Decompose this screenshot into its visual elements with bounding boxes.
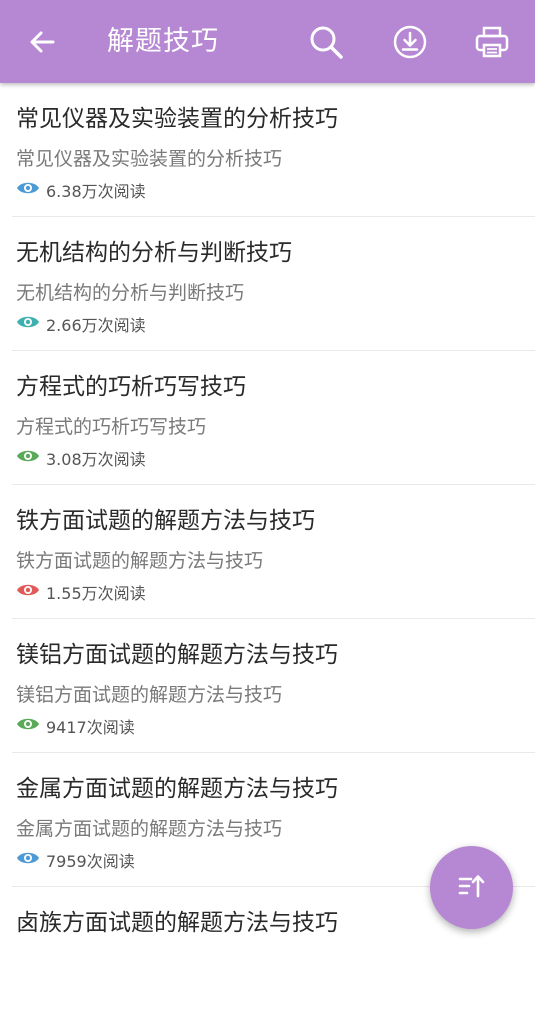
back-arrow-icon[interactable] xyxy=(22,22,62,62)
eye-icon xyxy=(16,582,46,602)
eye-icon xyxy=(16,716,46,736)
read-count: 7959次阅读 xyxy=(46,852,135,871)
app-bar: 解题技巧 xyxy=(0,0,535,83)
print-icon[interactable] xyxy=(472,22,512,62)
eye-icon xyxy=(16,180,46,200)
article-title: 镁铝方面试题的解题方法与技巧 xyxy=(16,642,338,668)
page-title: 解题技巧 xyxy=(107,26,219,57)
article-subtitle: 镁铝方面试题的解题方法与技巧 xyxy=(16,684,283,706)
article-title: 无机结构的分析与判断技巧 xyxy=(16,240,292,266)
eye-icon xyxy=(16,314,46,334)
read-count: 6.38万次阅读 xyxy=(46,182,146,201)
sort-ascending-icon xyxy=(457,871,487,905)
list-item[interactable]: 铁方面试题的解题方法与技巧 铁方面试题的解题方法与技巧 1.55万次阅读 xyxy=(12,485,535,619)
search-icon[interactable] xyxy=(306,22,346,62)
list-item[interactable]: 方程式的巧析巧写技巧 方程式的巧析巧写技巧 3.08万次阅读 xyxy=(12,351,535,485)
eye-icon xyxy=(16,448,46,468)
article-title: 方程式的巧析巧写技巧 xyxy=(16,374,246,400)
list-item[interactable]: 常见仪器及实验装置的分析技巧 常见仪器及实验装置的分析技巧 6.38万次阅读 xyxy=(12,83,535,217)
article-title: 卤族方面试题的解题方法与技巧 xyxy=(16,910,338,936)
list-item[interactable]: 无机结构的分析与判断技巧 无机结构的分析与判断技巧 2.66万次阅读 xyxy=(12,217,535,351)
article-subtitle: 无机结构的分析与判断技巧 xyxy=(16,282,245,304)
read-count: 1.55万次阅读 xyxy=(46,584,146,603)
article-title: 金属方面试题的解题方法与技巧 xyxy=(16,776,338,802)
read-count: 9417次阅读 xyxy=(46,718,135,737)
sort-fab-button[interactable] xyxy=(430,846,513,929)
read-count: 3.08万次阅读 xyxy=(46,450,146,469)
article-subtitle: 常见仪器及实验装置的分析技巧 xyxy=(16,148,283,170)
article-subtitle: 方程式的巧析巧写技巧 xyxy=(16,416,207,438)
article-subtitle: 金属方面试题的解题方法与技巧 xyxy=(16,818,283,840)
list-item[interactable]: 镁铝方面试题的解题方法与技巧 镁铝方面试题的解题方法与技巧 9417次阅读 xyxy=(12,619,535,753)
download-icon[interactable] xyxy=(390,22,430,62)
read-count: 2.66万次阅读 xyxy=(46,316,146,335)
article-title: 常见仪器及实验装置的分析技巧 xyxy=(16,106,338,132)
article-subtitle: 铁方面试题的解题方法与技巧 xyxy=(16,550,264,572)
eye-icon xyxy=(16,850,46,870)
article-title: 铁方面试题的解题方法与技巧 xyxy=(16,508,315,534)
